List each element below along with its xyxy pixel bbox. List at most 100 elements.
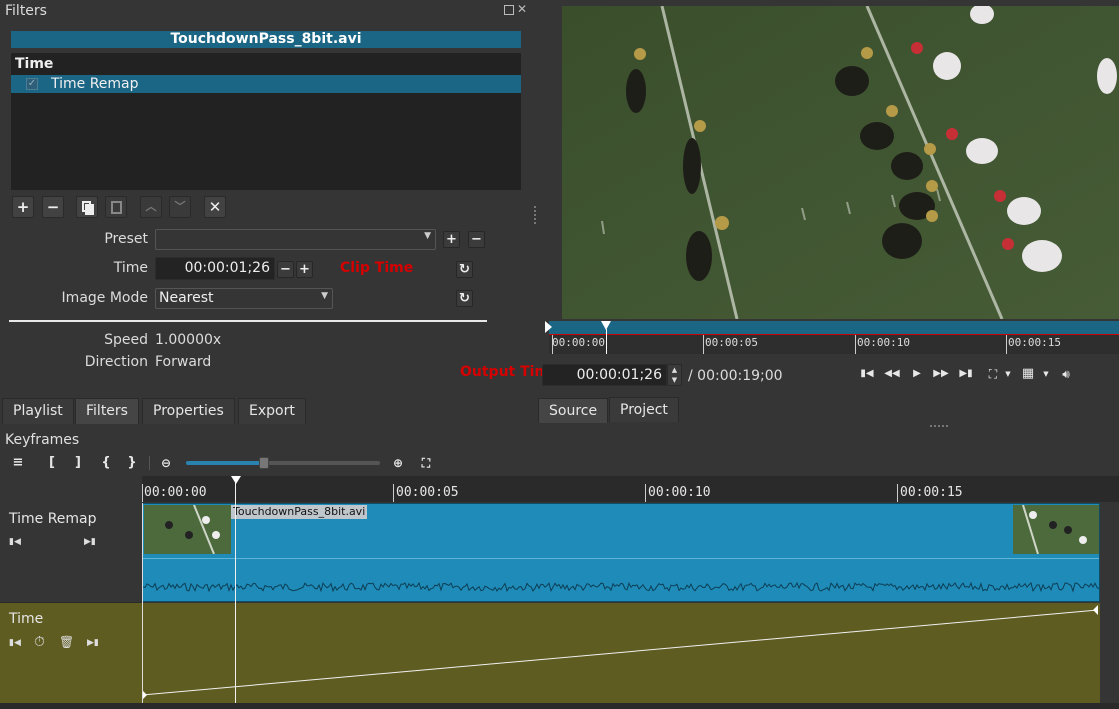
zoom-slider-fill <box>186 461 264 465</box>
track-left-edge <box>142 503 143 703</box>
copy-filters-button[interactable] <box>76 196 98 218</box>
chevron-down-icon[interactable]: ▼ <box>1002 366 1014 382</box>
keyframe-curve <box>141 605 1099 700</box>
ruler-tick <box>393 484 394 502</box>
track-header-time[interactable]: Time ▮◀ ⏱︎ 🗑︎ ▶▮ <box>0 603 142 703</box>
tab-project[interactable]: Project <box>609 397 679 422</box>
ruler-label: 00:00:15 <box>1008 336 1061 349</box>
tab-playlist[interactable]: Playlist <box>2 398 74 424</box>
keyframes-title: Keyframes <box>5 432 80 448</box>
fast-forward-icon[interactable]: ▶▶ <box>932 366 950 382</box>
volume-icon[interactable]: 🔊︎ <box>1057 366 1075 382</box>
track-header-time-remap[interactable]: Time Remap ▮◀ ▶▮ <box>0 503 142 603</box>
keyframe-track[interactable] <box>141 603 1100 703</box>
stopwatch-icon[interactable]: ⏱︎ <box>34 634 45 650</box>
skip-to-end-icon[interactable]: ▶▮ <box>957 366 975 382</box>
panel-splitter-handle[interactable] <box>534 206 537 224</box>
audio-waveform <box>143 559 1099 601</box>
tab-export[interactable]: Export <box>238 398 306 424</box>
zoom-slider[interactable] <box>186 457 380 469</box>
toolbar-separator <box>149 456 150 470</box>
image-mode-value: Nearest <box>159 290 214 306</box>
next-keyframe-icon[interactable]: ▶▮ <box>87 638 99 648</box>
image-mode-combo[interactable]: Nearest ▼ <box>155 288 333 309</box>
chevron-down-icon[interactable]: ▼ <box>1040 366 1052 382</box>
trash-icon[interactable]: 🗑︎ <box>59 635 74 649</box>
dock-splitter-handle[interactable] <box>930 425 948 428</box>
prev-keyframe-icon[interactable]: ▮◀ <box>9 537 21 547</box>
clip-thumbnail-start <box>144 504 231 555</box>
grid-icon[interactable]: ▦ <box>1019 366 1037 382</box>
skip-to-start-icon[interactable]: ▮◀ <box>858 366 876 382</box>
reset-time-button[interactable]: ↻ <box>456 261 473 278</box>
close-panel-icon[interactable]: ✕ <box>517 2 529 16</box>
time-increment-button[interactable]: + <box>296 261 313 278</box>
clip-label: TouchdownPass_8bit.avi <box>231 505 368 519</box>
image-mode-label: Image Mode <box>61 290 148 306</box>
tab-properties[interactable]: Properties <box>142 398 235 424</box>
add-filter-button[interactable]: + <box>12 196 34 218</box>
ruler-label: 00:00:15 <box>900 485 963 500</box>
scrubber-in-marker <box>545 321 552 333</box>
zoom-out-icon[interactable]: ⊖ <box>158 455 174 471</box>
rewind-icon[interactable]: ◀◀ <box>883 366 901 382</box>
filter-list[interactable]: Time ✓ Time Remap <box>11 53 521 190</box>
video-preview[interactable] <box>562 6 1119 319</box>
zoom-in-icon[interactable]: ⊕ <box>390 455 406 471</box>
zoom-icon[interactable]: ⛶ <box>984 366 1002 382</box>
timeline-clip[interactable]: TouchdownPass_8bit.avi <box>142 503 1100 602</box>
direction-label: Direction <box>84 354 148 370</box>
paste-filters-button[interactable] <box>105 196 127 218</box>
paste-icon <box>111 201 122 214</box>
remove-filter-button[interactable]: − <box>42 196 64 218</box>
time-spinner[interactable]: ▲ ▼ <box>667 364 682 386</box>
player-scrubber[interactable]: 00:00:00 00:00:05 00:00:10 00:00:15 <box>545 321 1119 354</box>
track-name: Time <box>9 611 44 627</box>
football-video-frame <box>562 6 1119 319</box>
ruler-tick <box>897 484 898 502</box>
save-preset-button[interactable]: + <box>443 231 460 248</box>
preset-label: Preset <box>104 231 148 247</box>
clip-name-text: TouchdownPass_8bit.avi <box>170 31 362 47</box>
duration-text: / 00:00:19;00 <box>688 368 783 384</box>
tab-source[interactable]: Source <box>538 398 609 423</box>
preset-combo[interactable]: ▼ <box>155 229 436 250</box>
seek-prev-keyframe-icon[interactable]: { <box>98 455 114 471</box>
ruler-label: 00:00:10 <box>648 485 711 500</box>
filter-enabled-checkbox[interactable]: ✓ <box>26 78 38 90</box>
track-name: Time Remap <box>9 511 97 527</box>
scrubber-progress <box>549 321 1119 335</box>
keyframe-marker[interactable] <box>1093 605 1098 615</box>
move-filter-down-button[interactable]: ﹀ <box>169 196 191 218</box>
timeline-ruler[interactable]: 00:00:00 00:00:05 00:00:10 00:00:15 <box>142 476 1119 502</box>
ruler-label: 00:00:00 <box>144 485 207 500</box>
float-panel-icon[interactable] <box>504 5 514 15</box>
filter-category: Time <box>15 56 54 72</box>
current-time-field[interactable]: 00:00:01;26 <box>542 364 667 386</box>
delete-preset-button[interactable]: − <box>468 231 485 248</box>
move-filter-up-button[interactable]: ︿ <box>140 196 162 218</box>
bottom-strip <box>0 703 1119 709</box>
time-field[interactable]: 00:00:01;26 <box>155 257 275 280</box>
chevron-down-icon: ▼ <box>424 231 431 241</box>
timeline-playhead-marker[interactable] <box>231 476 241 484</box>
ruler-tick <box>645 484 646 502</box>
seek-in-bracket-icon[interactable]: [ <box>44 455 60 471</box>
deselect-filter-button[interactable]: ✕ <box>204 196 226 218</box>
filter-item-time-remap[interactable]: ✓ Time Remap <box>11 75 521 93</box>
menu-icon[interactable]: ≡ <box>10 455 26 471</box>
tab-filters[interactable]: Filters <box>75 398 139 424</box>
play-icon[interactable]: ▶ <box>908 366 926 382</box>
ruler-label: 00:00:05 <box>396 485 459 500</box>
seek-out-bracket-icon[interactable]: ] <box>70 455 86 471</box>
ruler-label: 00:00:05 <box>705 336 758 349</box>
prev-keyframe-icon[interactable]: ▮◀ <box>9 638 21 648</box>
seek-next-keyframe-icon[interactable]: } <box>124 455 140 471</box>
reset-image-mode-button[interactable]: ↻ <box>456 290 473 307</box>
time-decrement-button[interactable]: − <box>277 261 294 278</box>
speed-label: Speed <box>104 332 148 348</box>
timeline-playhead[interactable] <box>235 476 236 709</box>
next-keyframe-icon[interactable]: ▶▮ <box>84 537 96 547</box>
zoom-fit-icon[interactable]: ⛶ <box>418 455 434 471</box>
zoom-slider-handle[interactable] <box>259 457 269 469</box>
